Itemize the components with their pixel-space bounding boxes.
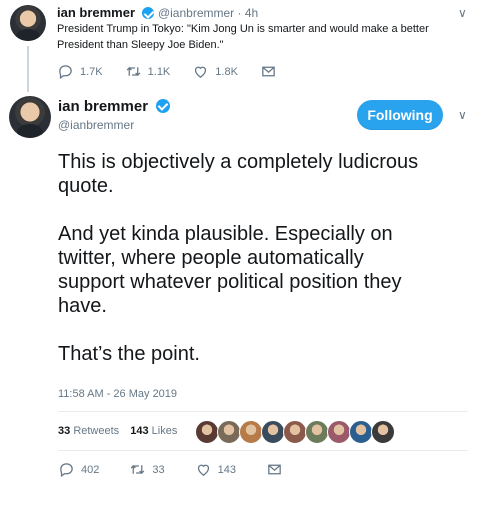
parent-tweet-text: President Trump in Tokyo: "Kim Jong Un i… [57, 21, 467, 53]
envelope-icon [262, 66, 275, 77]
verified-badge-icon [155, 99, 170, 113]
liker-avatar[interactable] [349, 420, 373, 444]
envelope-icon [268, 464, 281, 475]
parent-reply-button[interactable]: 1.7K [57, 63, 103, 80]
heart-icon [197, 464, 209, 476]
parent-like-count: 1.8K [215, 65, 238, 78]
parent-avatar[interactable] [10, 5, 46, 41]
author-name[interactable]: ian bremmer [58, 98, 148, 115]
tweet-chevron-down-icon[interactable]: ∨ [458, 108, 467, 122]
liker-avatar[interactable] [283, 420, 307, 444]
parent-handle-time[interactable]: @ianbremmer · 4h [158, 6, 258, 20]
liker-avatar[interactable] [261, 420, 285, 444]
retweets-label: Retweets [73, 425, 120, 437]
dm-button[interactable] [266, 461, 283, 478]
likes-label: Likes [151, 425, 178, 437]
parent-retweet-button[interactable]: 1.1K [125, 63, 171, 80]
likes-count: 143 [130, 425, 149, 437]
reply-button[interactable]: 402 [58, 461, 99, 478]
author-avatar[interactable] [9, 96, 51, 138]
parent-actions: 1.7K 1.1K 1.8K [57, 63, 277, 80]
retweets-count: 33 [58, 425, 71, 437]
retweet-icon [131, 465, 145, 474]
tweet-text: This is objectively a completely ludicro… [58, 150, 418, 366]
retweets-stat[interactable]: 33 Retweets [58, 425, 122, 437]
like-button[interactable]: 143 [195, 461, 236, 478]
parent-text-line: President Trump in Tokyo: "Kim Jong Un i… [57, 23, 429, 35]
tweet-text-line: support whatever political position they [58, 271, 402, 293]
parent-chevron-down-icon[interactable]: ∨ [458, 6, 467, 20]
liker-avatar[interactable] [195, 420, 219, 444]
verified-badge-icon [141, 7, 154, 19]
author-name-row: ian bremmer [58, 98, 170, 116]
like-count: 143 [217, 463, 236, 476]
tweet-text-line: have. [58, 295, 107, 317]
parent-dm-button[interactable] [260, 63, 277, 80]
liker-avatar[interactable] [371, 420, 395, 444]
divider [58, 411, 468, 412]
reply-icon [59, 65, 72, 80]
following-button[interactable]: Following [357, 100, 443, 130]
thread-connector [27, 46, 29, 92]
retweet-count: 33 [152, 463, 165, 476]
parent-retweet-count: 1.1K [147, 65, 171, 78]
reply-icon [60, 463, 73, 478]
likes-stat[interactable]: 143 Likes [130, 425, 177, 437]
parent-author-name[interactable]: ian bremmer [57, 5, 135, 20]
tweet-text-line: And yet kinda plausible. Especially on [58, 223, 393, 245]
parent-reply-count: 1.7K [80, 65, 103, 78]
parent-text-line: President than Sleepy Joe Biden." [57, 39, 224, 51]
liker-avatars [195, 420, 415, 444]
heart-icon [195, 66, 207, 78]
engagement-stats: 33 Retweets 143 Likes [58, 425, 177, 437]
tweet-text-line: twitter, where people automatically [58, 247, 364, 269]
tweet-actions: 402 33 143 [58, 461, 283, 478]
tweet-text-line: quote. [58, 175, 114, 197]
liker-avatar[interactable] [327, 420, 351, 444]
parent-like-button[interactable]: 1.8K [192, 63, 238, 80]
divider [58, 450, 468, 451]
retweet-button[interactable]: 33 [129, 461, 165, 478]
author-handle[interactable]: @ianbremmer [58, 118, 134, 132]
tweet-timestamp[interactable]: 11:58 AM - 26 May 2019 [58, 388, 177, 400]
reply-count: 402 [81, 463, 100, 476]
liker-avatar[interactable] [217, 420, 241, 444]
parent-header: ian bremmer @ianbremmer · 4h [57, 4, 258, 22]
retweet-icon [126, 67, 140, 76]
tweet-text-line: This is objectively a completely ludicro… [58, 151, 419, 173]
tweet-text-line: That’s the point. [58, 343, 200, 365]
liker-avatar[interactable] [239, 420, 263, 444]
liker-avatar[interactable] [305, 420, 329, 444]
